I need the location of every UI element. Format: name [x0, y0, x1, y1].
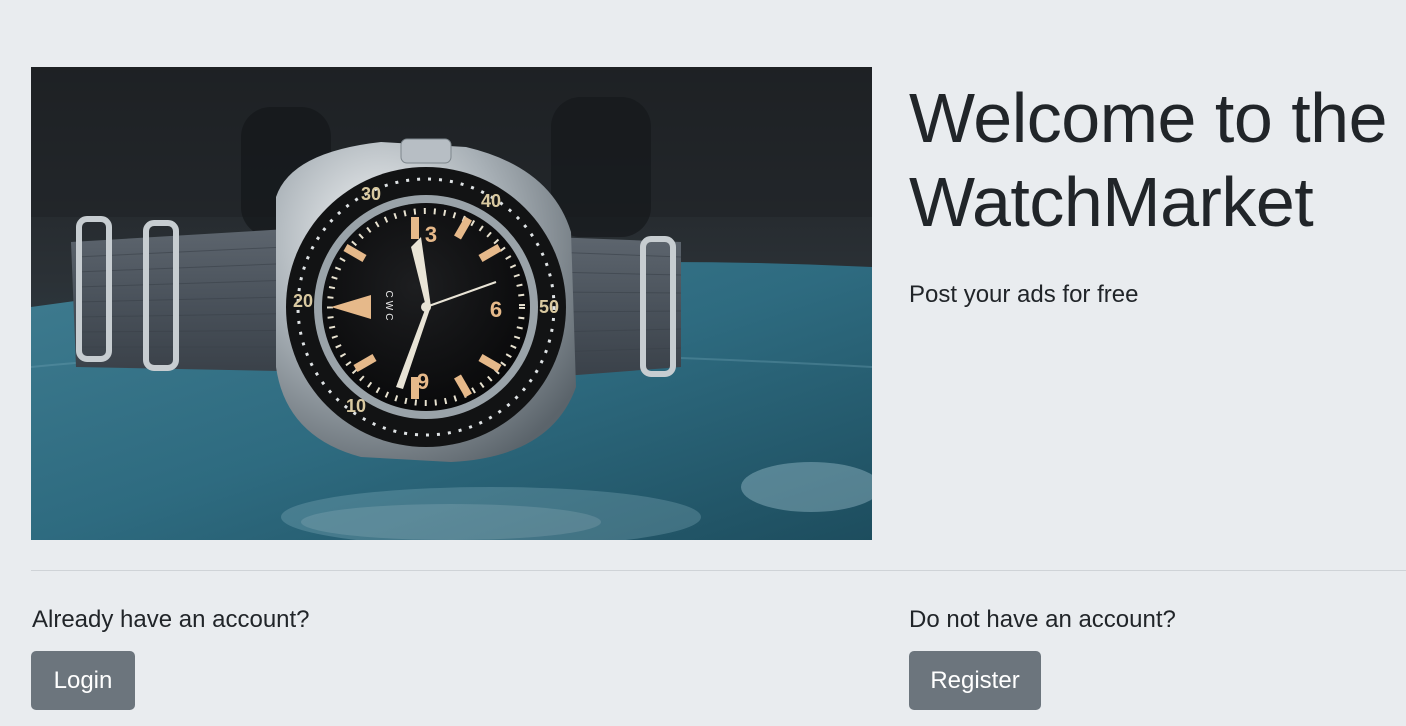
svg-text:6: 6 — [490, 297, 502, 322]
register-prompt: Do not have an account? — [909, 606, 1176, 633]
svg-text:CWC: CWC — [383, 291, 394, 324]
section-divider — [31, 570, 1406, 571]
svg-text:20: 20 — [293, 291, 313, 311]
page-title: Welcome to the WatchMarket — [909, 79, 1388, 241]
landing-page: 30 40 50 20 10 3 6 9 CWC Welcome to the … — [0, 0, 1406, 726]
svg-text:50: 50 — [539, 297, 559, 317]
svg-text:30: 30 — [361, 184, 381, 204]
svg-text:40: 40 — [481, 191, 501, 211]
login-prompt: Already have an account? — [32, 606, 310, 633]
svg-text:9: 9 — [417, 369, 429, 394]
register-button[interactable]: Register — [909, 651, 1041, 710]
svg-text:10: 10 — [346, 396, 366, 416]
tagline: Post your ads for free — [909, 281, 1139, 308]
login-button[interactable]: Login — [31, 651, 135, 710]
hero-watch-image: 30 40 50 20 10 3 6 9 CWC — [31, 67, 872, 540]
svg-text:3: 3 — [425, 222, 437, 247]
